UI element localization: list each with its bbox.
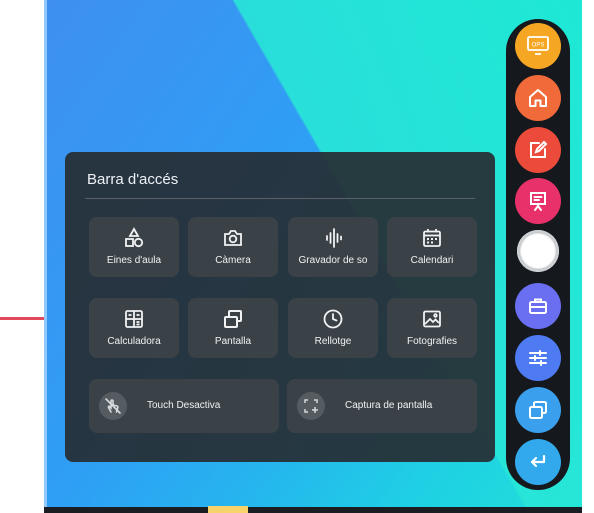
panel-title: Barra d'accés — [87, 171, 179, 188]
audio-waveform-icon — [288, 227, 378, 249]
tile-label: Rellotge — [314, 336, 352, 347]
return-icon — [530, 454, 546, 468]
wide-button-label: Touch Desactiva — [147, 400, 221, 411]
tile-clock[interactable]: Rellotge — [288, 298, 378, 358]
tile-photos[interactable]: Fotografies — [387, 298, 477, 358]
shapes-icon — [89, 227, 179, 249]
tile-screen[interactable]: Pantalla — [188, 298, 278, 358]
tile-label: Pantalla — [214, 336, 252, 347]
wide-button-label: Captura de pantalla — [345, 400, 433, 411]
panel-divider — [85, 198, 475, 199]
screenshot-icon — [297, 392, 325, 420]
sliders-icon — [529, 350, 547, 366]
windows-icon — [529, 401, 547, 419]
tile-label: Calendari — [410, 255, 454, 266]
center-button[interactable] — [517, 230, 559, 272]
side-pointer-line — [0, 317, 44, 320]
screenshot-button[interactable]: Captura de pantalla — [287, 379, 477, 433]
calendar-icon — [387, 227, 477, 249]
annotate-button[interactable] — [515, 127, 561, 173]
toolbox-button[interactable] — [515, 283, 561, 329]
touch-disabled-icon — [99, 392, 127, 420]
quick-access-panel: Barra d'accés Eines d'aula Càmera Gravad… — [65, 152, 495, 462]
back-button[interactable] — [515, 439, 561, 485]
edit-note-icon — [530, 140, 548, 158]
tile-label: Eines d'aula — [106, 255, 162, 266]
presentation-icon — [530, 192, 546, 211]
settings-button[interactable] — [515, 335, 561, 381]
home-icon — [529, 89, 547, 107]
tile-calendar[interactable]: Calendari — [387, 217, 477, 277]
calculator-icon — [89, 308, 179, 330]
tile-label: Càmera — [215, 255, 251, 266]
ops-button[interactable]: OPS — [515, 23, 561, 69]
whiteboard-button[interactable] — [515, 178, 561, 224]
clock-icon — [288, 308, 378, 330]
tile-eines-aula[interactable]: Eines d'aula — [89, 217, 179, 277]
ops-label: OPS — [532, 43, 545, 49]
tile-label: Fotografies — [406, 336, 458, 347]
camera-icon — [188, 227, 278, 249]
windows-icon — [188, 308, 278, 330]
tile-camera[interactable]: Càmera — [188, 217, 278, 277]
toolbox-icon — [529, 298, 547, 314]
ops-monitor-icon: OPS — [527, 36, 549, 55]
tile-label: Gravador de so — [298, 255, 368, 266]
bottom-marker — [208, 506, 248, 513]
screen-bottom-band — [44, 507, 582, 513]
tile-sound-recorder[interactable]: Gravador de so — [288, 217, 378, 277]
side-dock: OPS — [506, 19, 570, 490]
circle-icon — [521, 234, 555, 268]
screen-edge — [44, 0, 47, 513]
home-button[interactable] — [515, 75, 561, 121]
touch-disable-button[interactable]: Touch Desactiva — [89, 379, 279, 433]
image-icon — [387, 308, 477, 330]
windows-button[interactable] — [515, 387, 561, 433]
tile-label: Calculadora — [107, 336, 161, 347]
tile-calculator[interactable]: Calculadora — [89, 298, 179, 358]
